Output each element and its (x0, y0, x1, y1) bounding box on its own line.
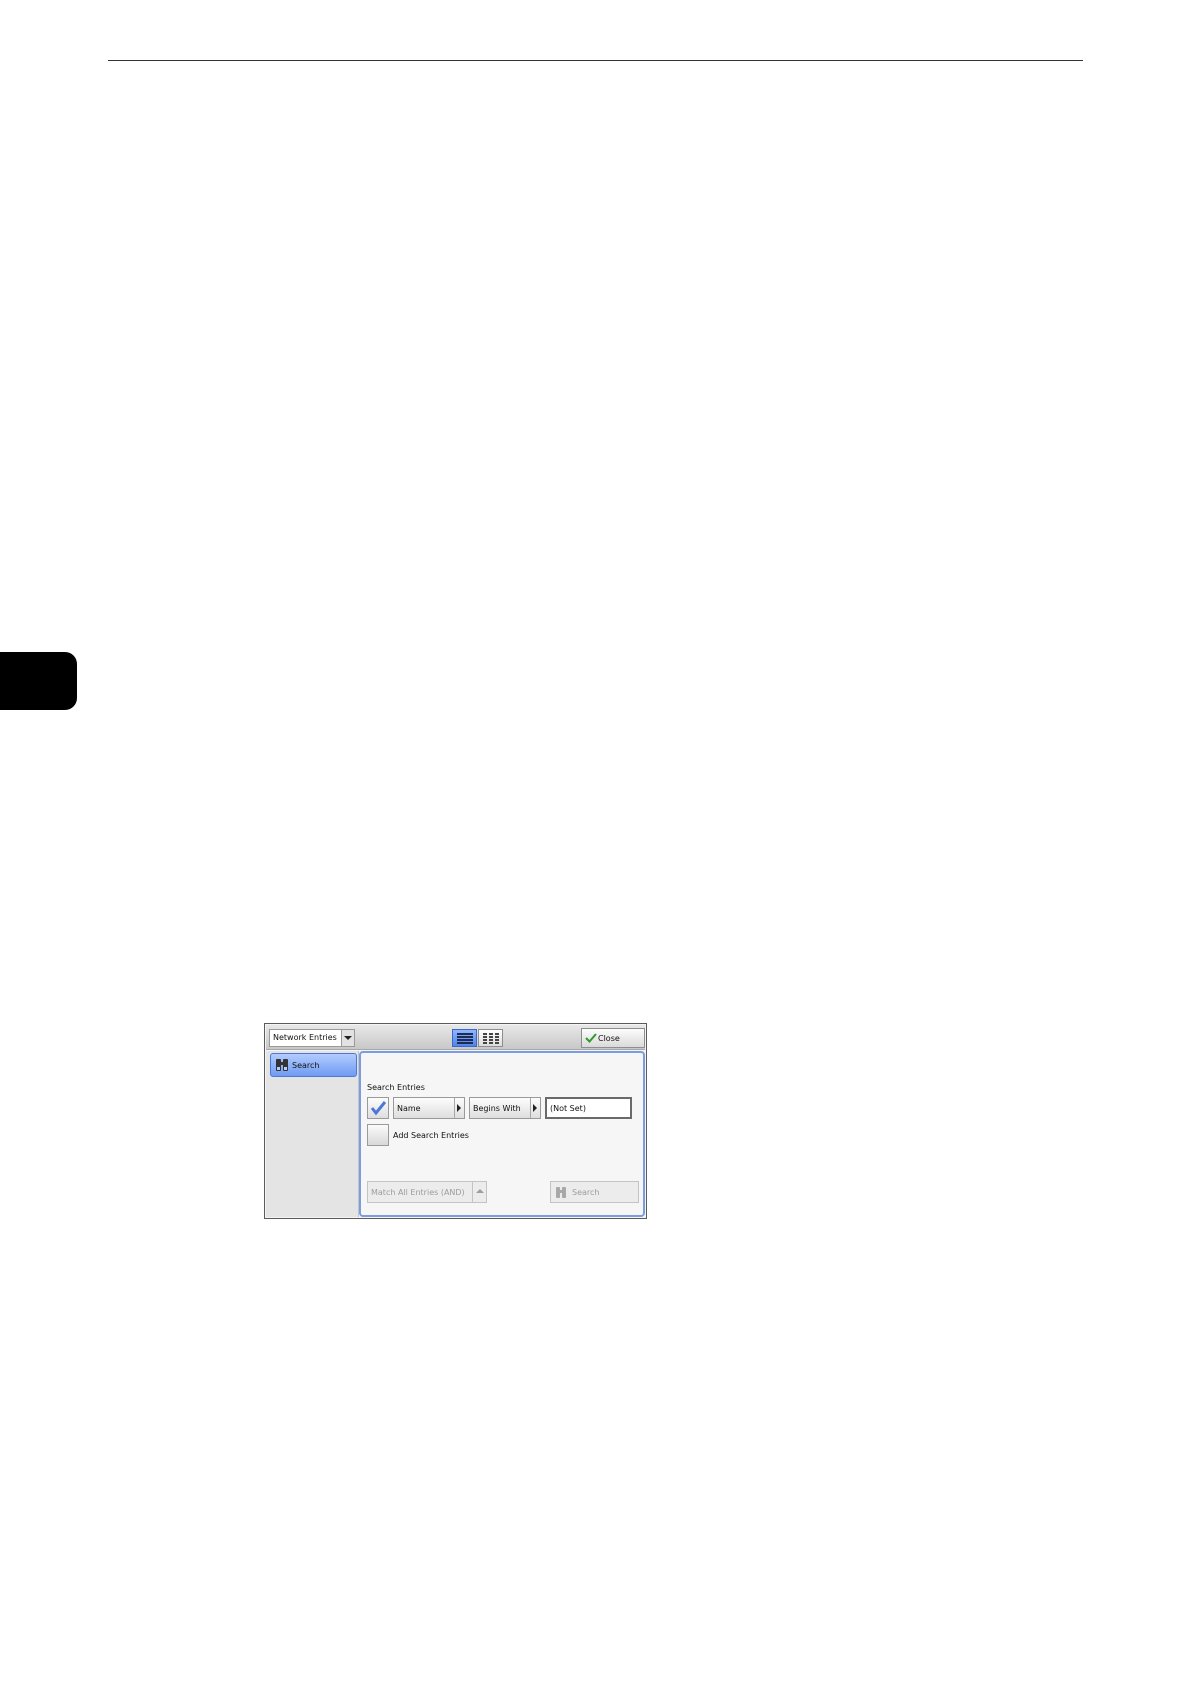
chevron-up-icon (472, 1182, 486, 1202)
condition-selector[interactable]: Begins With (469, 1097, 541, 1119)
search-button-label: Search (572, 1188, 600, 1197)
grid-view-icon (483, 1033, 499, 1044)
search-value-field[interactable]: (Not Set) (545, 1097, 632, 1119)
address-book-screen: Network Entries Close Search Search Entr… (264, 1023, 647, 1219)
sidebar: Search (266, 1051, 359, 1217)
add-search-entries-checkbox[interactable] (367, 1124, 389, 1146)
grid-view-button[interactable] (478, 1029, 503, 1047)
search-value-text: (Not Set) (550, 1104, 586, 1113)
field-selector[interactable]: Name (393, 1097, 465, 1119)
sidebar-item-search[interactable]: Search (270, 1053, 357, 1077)
checkmark-icon (585, 1033, 597, 1043)
section-title: Search Entries (367, 1083, 425, 1092)
close-button[interactable]: Close (581, 1028, 645, 1048)
match-mode-label: Match All Entries (AND) (371, 1188, 465, 1197)
entries-dropdown[interactable]: Network Entries (269, 1029, 355, 1047)
checkmark-icon (370, 1101, 386, 1116)
criteria-checkbox[interactable] (367, 1097, 389, 1119)
add-search-entries-label: Add Search Entries (393, 1131, 469, 1140)
condition-selector-label: Begins With (473, 1104, 521, 1113)
match-mode-button[interactable]: Match All Entries (AND) (367, 1181, 487, 1203)
chevron-down-icon[interactable] (341, 1030, 354, 1046)
toolbar: Network Entries Close (266, 1025, 645, 1050)
binoculars-icon (556, 1187, 566, 1198)
chevron-right-icon (454, 1098, 464, 1118)
chapter-tab (0, 652, 77, 710)
header-rule (108, 60, 1083, 61)
field-selector-label: Name (397, 1104, 421, 1113)
list-view-icon (457, 1033, 473, 1044)
entries-dropdown-value: Network Entries (273, 1033, 337, 1042)
list-view-button[interactable] (452, 1029, 477, 1047)
close-label: Close (598, 1034, 620, 1043)
binoculars-icon (276, 1059, 288, 1071)
search-panel: Search Entries Name Begins With (Not Set… (359, 1051, 645, 1217)
search-button[interactable]: Search (550, 1181, 639, 1203)
chevron-right-icon (530, 1098, 540, 1118)
sidebar-item-label: Search (292, 1061, 320, 1070)
